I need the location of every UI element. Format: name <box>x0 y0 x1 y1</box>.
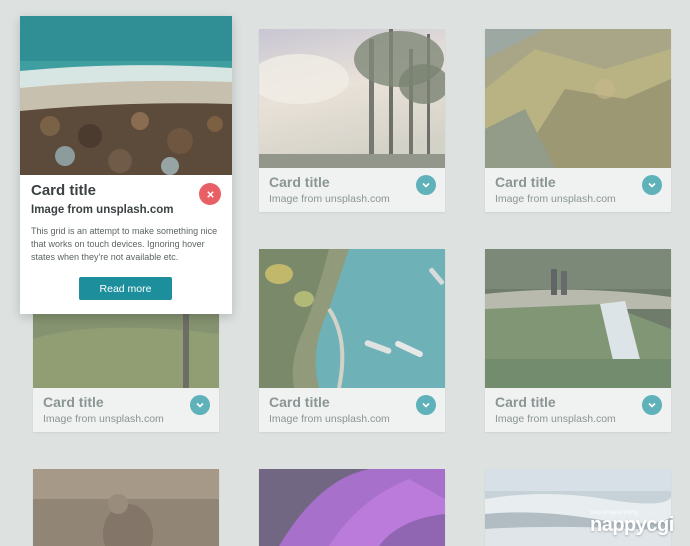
card-waterfall[interactable]: Card title Image from unsplash.com <box>485 249 671 432</box>
chevron-down-icon <box>196 402 204 408</box>
card-image <box>259 29 445 168</box>
expand-button[interactable] <box>190 395 210 415</box>
watermark-text: nappycgi <box>590 514 674 536</box>
card-title: Card title <box>31 182 97 199</box>
watermark-logo: web programming nappycgi <box>590 510 682 542</box>
card-hawk[interactable] <box>33 469 219 546</box>
expand-button[interactable] <box>416 395 436 415</box>
card-title: Card title <box>269 394 330 410</box>
expand-button[interactable] <box>642 175 662 195</box>
card-subtitle: Image from unsplash.com <box>269 193 390 205</box>
card-title: Card title <box>495 174 556 190</box>
card-jellyfish[interactable] <box>259 469 445 546</box>
read-more-button[interactable]: Read more <box>79 277 172 300</box>
card-image <box>33 469 219 546</box>
card-subtitle: Image from unsplash.com <box>269 413 390 425</box>
card-title: Card title <box>495 394 556 410</box>
expanded-card: Card title Image from unsplash.com This … <box>20 16 232 314</box>
card-image <box>259 249 445 388</box>
chevron-down-icon <box>422 182 430 188</box>
card-lagoon[interactable]: Card title Image from unsplash.com <box>259 249 445 432</box>
card-body: Card title Image from unsplash.com <box>259 168 445 212</box>
card-mountain[interactable]: Card title Image from unsplash.com <box>485 29 671 212</box>
card-body: Card title Image from unsplash.com <box>259 388 445 432</box>
close-button[interactable] <box>199 183 221 205</box>
card-body: Card title Image from unsplash.com <box>485 168 671 212</box>
close-icon <box>206 190 214 198</box>
card-trees[interactable]: Card title Image from unsplash.com <box>259 29 445 212</box>
card-body: Card title Image from unsplash.com <box>485 388 671 432</box>
card-image <box>485 249 671 388</box>
card-description: This grid is an attempt to make somethin… <box>31 226 218 262</box>
card-image <box>259 469 445 546</box>
card-title: Card title <box>269 174 330 190</box>
card-subtitle: Image from unsplash.com <box>495 413 616 425</box>
chevron-down-icon <box>648 182 656 188</box>
card-subtitle: Image from unsplash.com <box>495 193 616 205</box>
card-image <box>485 29 671 168</box>
card-subtitle: Image from unsplash.com <box>31 204 174 216</box>
chevron-down-icon <box>648 402 656 408</box>
expand-button[interactable] <box>642 395 662 415</box>
card-grid: Card title Image from unsplash.com Card … <box>0 0 690 546</box>
card-image-beach <box>20 16 232 175</box>
card-title: Card title <box>43 394 104 410</box>
expand-button[interactable] <box>416 175 436 195</box>
card-body: Card title Image from unsplash.com <box>33 388 219 432</box>
card-subtitle: Image from unsplash.com <box>43 413 164 425</box>
chevron-down-icon <box>422 402 430 408</box>
